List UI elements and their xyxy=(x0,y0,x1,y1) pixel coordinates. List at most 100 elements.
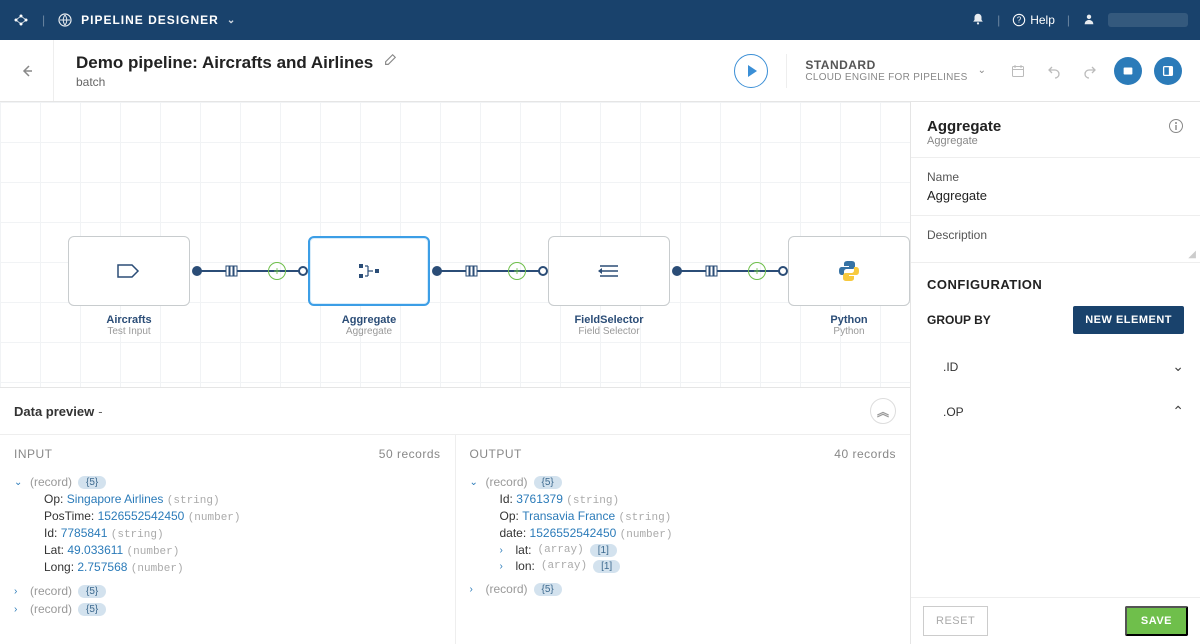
record-row[interactable]: › (record) {5} xyxy=(14,582,441,600)
help-label: Help xyxy=(1030,13,1055,27)
record-badge: {5} xyxy=(534,583,562,596)
help-link[interactable]: ? Help xyxy=(1012,13,1055,27)
brand-dropdown[interactable]: PIPELINE DESIGNER ⌄ xyxy=(57,12,236,28)
record-row[interactable]: ⌄ (record) {5} xyxy=(14,473,441,491)
port-in[interactable] xyxy=(298,266,308,276)
schedule-button[interactable] xyxy=(1006,59,1030,83)
group-by-header: GROUP BY NEW ELEMENT xyxy=(911,296,1200,344)
columns-icon[interactable] xyxy=(704,263,720,279)
play-icon xyxy=(748,65,757,77)
group-field: .OP xyxy=(943,405,964,419)
field-row: Id: 7785841 (string) xyxy=(14,525,441,542)
panel-header: Aggregate Aggregate xyxy=(911,102,1200,157)
node-title: Aircrafts xyxy=(68,314,190,326)
pipeline-canvas[interactable]: Aircrafts Test Input Aggregate Aggregate xyxy=(0,102,910,388)
add-node-button[interactable]: + xyxy=(268,262,286,280)
chevron-down-icon: ⌄ xyxy=(978,65,986,76)
node-aggregate[interactable]: Aggregate Aggregate xyxy=(308,236,430,337)
reset-button[interactable]: RESET xyxy=(923,606,988,636)
port-in[interactable] xyxy=(538,266,548,276)
chevron-right-icon: › xyxy=(470,584,480,595)
save-button[interactable]: SAVE xyxy=(1125,606,1188,636)
link[interactable] xyxy=(680,270,782,272)
record-row[interactable]: ⌄ (record) {5} xyxy=(470,473,897,491)
layout-icon xyxy=(1121,64,1135,78)
chevron-down-icon: ⌄ xyxy=(470,477,480,488)
name-section: Name Aggregate xyxy=(911,157,1200,215)
record-row[interactable]: › (record) {5} xyxy=(14,600,441,618)
redo-button[interactable] xyxy=(1078,59,1102,83)
input-tree: ⌄ (record) {5} Op: Singapore Airlines (s… xyxy=(0,469,455,626)
user-name-placeholder[interactable] xyxy=(1108,13,1188,27)
info-icon[interactable] xyxy=(1168,118,1184,139)
undo-button[interactable] xyxy=(1042,59,1066,83)
app-logo-icon[interactable] xyxy=(12,11,30,29)
redo-icon xyxy=(1082,63,1098,79)
chevron-right-icon: › xyxy=(500,561,510,572)
resize-handle-icon[interactable]: ◢ xyxy=(1188,249,1196,260)
chevron-down-icon: ⌄ xyxy=(227,15,236,26)
columns-icon[interactable] xyxy=(464,263,480,279)
panel-title: Aggregate xyxy=(927,118,1001,135)
field-array-row[interactable]: ›lat: (array) [1] xyxy=(470,542,897,558)
node-subtitle: Test Input xyxy=(68,326,190,337)
record-row[interactable]: › (record) {5} xyxy=(470,580,897,598)
panel-subtitle: Aggregate xyxy=(927,135,1001,147)
link[interactable] xyxy=(200,270,302,272)
fieldselector-icon xyxy=(596,262,622,280)
field-row: date: 1526552542450 (number) xyxy=(470,525,897,542)
field-row: Op: Transavia France (string) xyxy=(470,508,897,525)
input-title: INPUT xyxy=(14,447,53,461)
separator: | xyxy=(42,13,45,27)
add-node-button[interactable]: + xyxy=(508,262,526,280)
record-badge: {5} xyxy=(534,476,562,489)
collapse-preview-button[interactable]: ︽ xyxy=(870,398,896,424)
group-item[interactable]: .OP ⌃ xyxy=(911,389,1200,434)
nav-left: | PIPELINE DESIGNER ⌄ xyxy=(12,11,236,29)
port-in[interactable] xyxy=(778,266,788,276)
name-value[interactable]: Aggregate xyxy=(927,188,1184,203)
edit-icon[interactable] xyxy=(383,53,397,72)
node-subtitle: Aggregate xyxy=(308,326,430,337)
node-title: FieldSelector xyxy=(548,314,670,326)
group-item[interactable]: .ID ⌄ xyxy=(911,344,1200,389)
output-tree: ⌄ (record) {5} Id: 3761379 (string) Op: … xyxy=(456,469,911,606)
user-icon[interactable] xyxy=(1082,12,1096,29)
separator xyxy=(786,54,787,88)
title-block: Demo pipeline: Aircrafts and Airlines ba… xyxy=(54,53,419,89)
chevron-up-icon[interactable]: ⌃ xyxy=(1172,403,1184,420)
node-python[interactable]: Python Python xyxy=(788,236,910,337)
columns-icon[interactable] xyxy=(224,263,240,279)
description-section[interactable]: Description ◢ xyxy=(911,215,1200,263)
node-fieldselector[interactable]: FieldSelector Field Selector xyxy=(548,236,670,337)
separator: | xyxy=(997,13,1000,27)
brand-icon xyxy=(57,12,73,28)
back-button[interactable] xyxy=(0,40,54,101)
run-button[interactable] xyxy=(734,54,768,88)
engine-selector[interactable]: STANDARD CLOUD ENGINE FOR PIPELINES ⌄ xyxy=(805,58,986,83)
output-count: 40 records xyxy=(834,447,896,461)
chevron-right-icon: › xyxy=(14,604,24,615)
svg-text:?: ? xyxy=(1017,16,1022,25)
record-type: (record) xyxy=(30,584,72,598)
add-node-button[interactable]: + xyxy=(748,262,766,280)
group-field: .ID xyxy=(943,360,958,374)
separator: | xyxy=(1067,13,1070,27)
link[interactable] xyxy=(440,270,542,272)
node-aircrafts[interactable]: Aircrafts Test Input xyxy=(68,236,190,337)
chevron-right-icon: › xyxy=(500,545,510,556)
field-array-row[interactable]: ›lon: (array) [1] xyxy=(470,558,897,574)
bell-icon[interactable] xyxy=(971,12,985,29)
calendar-icon xyxy=(1010,63,1026,79)
arrow-left-icon xyxy=(19,63,35,79)
node-subtitle: Python xyxy=(788,326,910,337)
field-row: Op: Singapore Airlines (string) xyxy=(14,491,441,508)
canvas-column: Aircrafts Test Input Aggregate Aggregate xyxy=(0,102,910,644)
panel-toggle-button[interactable] xyxy=(1154,57,1182,85)
new-element-button[interactable]: NEW ELEMENT xyxy=(1073,306,1184,334)
preview-toggle-button[interactable] xyxy=(1114,57,1142,85)
record-badge: {5} xyxy=(78,585,106,598)
chevron-down-icon[interactable]: ⌄ xyxy=(1172,358,1184,375)
pipeline-header: Demo pipeline: Aircrafts and Airlines ba… xyxy=(0,40,1200,102)
group-by-label: GROUP BY xyxy=(927,313,991,327)
